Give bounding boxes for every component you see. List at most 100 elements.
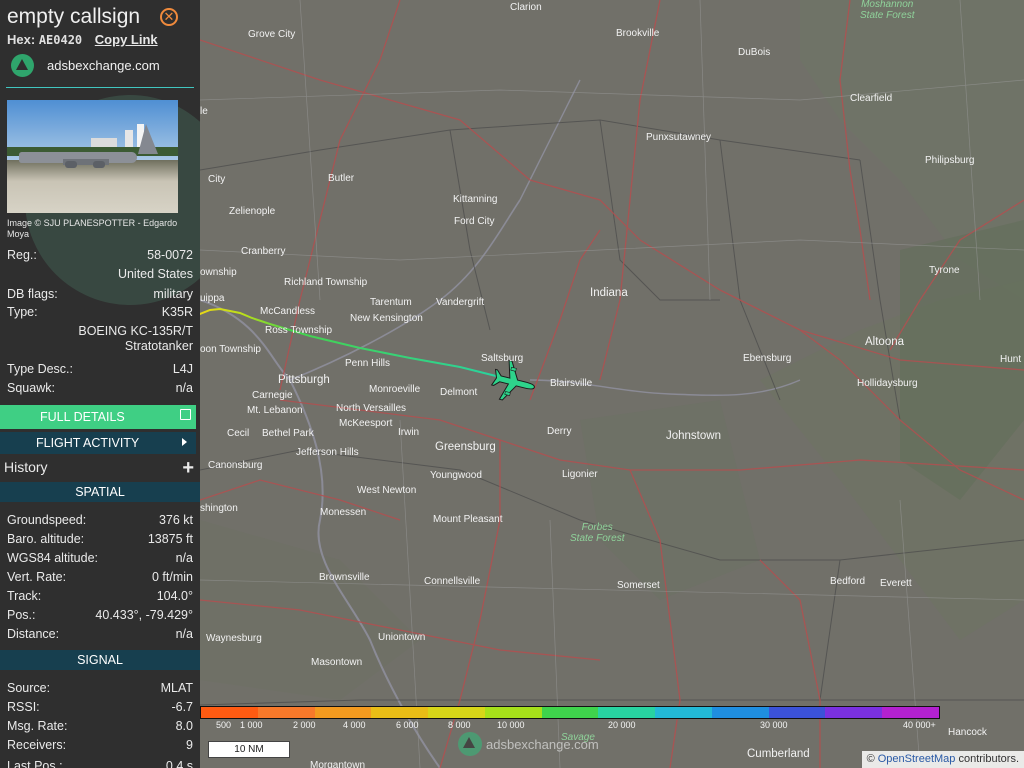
type-value: K35R (161, 305, 193, 319)
db-flags-label: DB flags: (7, 287, 58, 301)
town-label: New Kensington (350, 313, 423, 324)
db-flags-value: military (153, 287, 193, 301)
town-label: uippa (200, 293, 225, 304)
town-label: Youngwood (430, 470, 482, 481)
altitude-scale-label: 8 000 (448, 720, 471, 730)
history-label: History (4, 459, 48, 475)
altitude-color-segment (484, 707, 542, 718)
wgs84-altitude-value: n/a (175, 551, 193, 565)
signal-section-header: SIGNAL (0, 650, 200, 670)
chevron-right-icon (182, 438, 187, 446)
spatial-section-header: SPATIAL (0, 482, 200, 502)
track-value: 104.0° (156, 589, 193, 603)
altitude-color-segment (371, 707, 429, 718)
town-label: Everett (880, 578, 912, 589)
town-label: Monessen (320, 507, 367, 518)
hex-row: Hex: AE0420 Copy Link (7, 32, 158, 47)
copy-link-button[interactable]: Copy Link (95, 32, 158, 47)
town-label: Hunt (1000, 354, 1022, 365)
town-label: North Versailles (336, 403, 407, 414)
altitude-color-segment (768, 707, 826, 718)
town-label: City (208, 174, 226, 185)
kc135-plane-icon[interactable] (489, 358, 539, 407)
town-label: Cecil (227, 428, 250, 439)
town-label: Altoona (865, 336, 905, 348)
altitude-scale-label: 40 000+ (903, 720, 936, 730)
type-desc-label: Type Desc.: (7, 362, 73, 376)
close-icon[interactable]: ✕ (160, 8, 178, 26)
wgs84-altitude-label: WGS84 altitude: (7, 551, 99, 565)
adsbexchange-link[interactable]: adsbexchange.com (11, 53, 160, 77)
town-label: oon Township (200, 344, 261, 355)
distance-value: n/a (175, 627, 193, 641)
town-label: Canonsburg (208, 460, 263, 471)
receivers-label: Receivers: (7, 738, 67, 752)
town-label: ownship (200, 267, 237, 278)
history-toggle[interactable]: History + (0, 456, 200, 480)
altitude-color-segment (711, 707, 769, 718)
altitude-color-segment (428, 707, 485, 718)
external-link-icon (180, 409, 191, 420)
hex-label: Hex: (7, 32, 36, 47)
town-label: Philipsburg (925, 155, 975, 166)
full-details-button[interactable]: FULL DETAILS (0, 405, 196, 429)
track-label: Track: (7, 589, 42, 603)
town-label: Mt. Lebanon (247, 405, 303, 416)
expand-plus-icon: + (182, 457, 194, 479)
openstreetmap-link[interactable]: OpenStreetMap (878, 753, 956, 765)
town-label: shington (200, 503, 238, 514)
town-label: Indiana (590, 287, 628, 299)
town-label: Carnegie (252, 390, 293, 401)
altitude-scale-label: 20 000 (608, 720, 636, 730)
town-label: DuBois (738, 47, 771, 58)
photo-credit: Image © SJU PLANESPOTTER - Edgardo Moya (7, 218, 178, 239)
model-value: BOEING KC-135R/T (78, 324, 193, 338)
town-label: Saltsburg (481, 353, 524, 364)
forest-label: Forbes State Forest (570, 522, 625, 544)
flight-activity-button[interactable]: FLIGHT ACTIVITY (0, 432, 196, 454)
msg-rate-value: 8.0 (175, 719, 193, 733)
callsign-title: empty callsign (7, 5, 141, 28)
town-label: McKeesport (339, 418, 393, 429)
rssi-value: -6.7 (171, 700, 193, 714)
altitude-scale-label: 4 000 (343, 720, 366, 730)
hex-value: AE0420 (38, 33, 83, 47)
source-value: MLAT (160, 681, 193, 695)
watermark-text: adsbexchange.com (486, 736, 599, 752)
contributors-text: contributors. (958, 753, 1019, 765)
full-details-label: FULL DETAILS (40, 410, 125, 424)
town-label: Butler (328, 173, 355, 184)
forest-label: Moshannon State Forest (860, 0, 915, 21)
altitude-scale-label: 30 000 (760, 720, 788, 730)
town-label: Connellsville (424, 576, 481, 587)
distance-scale-bar: 10 NM (208, 741, 290, 758)
town-label: Clearfield (850, 93, 893, 104)
squawk-value: n/a (175, 381, 193, 395)
altitude-scale-label: 2 000 (293, 720, 316, 730)
altitude-color-segment (541, 707, 599, 718)
town-label: Jefferson Hills (296, 447, 359, 458)
aircraft-photo[interactable] (7, 100, 178, 213)
altitude-color-scale: 500 1 000 2 000 4 000 6 000 8 000 10 000… (200, 706, 940, 730)
distance-label: Distance: (7, 627, 60, 641)
altitude-color-segment (598, 707, 656, 718)
town-label: Clarion (510, 2, 542, 13)
town-label: McCandless (260, 306, 316, 317)
groundspeed-value: 376 kt (158, 513, 193, 527)
receivers-value: 9 (186, 738, 193, 752)
altitude-color-segment (201, 707, 258, 718)
altitude-color-segment (257, 707, 315, 718)
type-desc-value: L4J (172, 362, 193, 376)
last-pos-value: 0.4 s (165, 759, 193, 768)
reg-value: 58-0072 (147, 248, 193, 262)
town-label: Mount Pleasant (433, 514, 503, 525)
town-label: Pittsburgh (278, 374, 330, 386)
vert-rate-label: Vert. Rate: (7, 570, 67, 584)
aircraft-info-sidebar: empty callsign ✕ Hex: AE0420 Copy Link a… (0, 0, 200, 768)
baro-altitude-label: Baro. altitude: (7, 532, 85, 546)
town-label: Vandergrift (436, 297, 485, 308)
map-canvas[interactable]: Clarion Grove City Brookville DuBois Cle… (200, 0, 1024, 768)
town-label: West Newton (357, 485, 417, 496)
town-label: Zelienople (229, 206, 276, 217)
copyright-symbol: © (866, 753, 875, 765)
